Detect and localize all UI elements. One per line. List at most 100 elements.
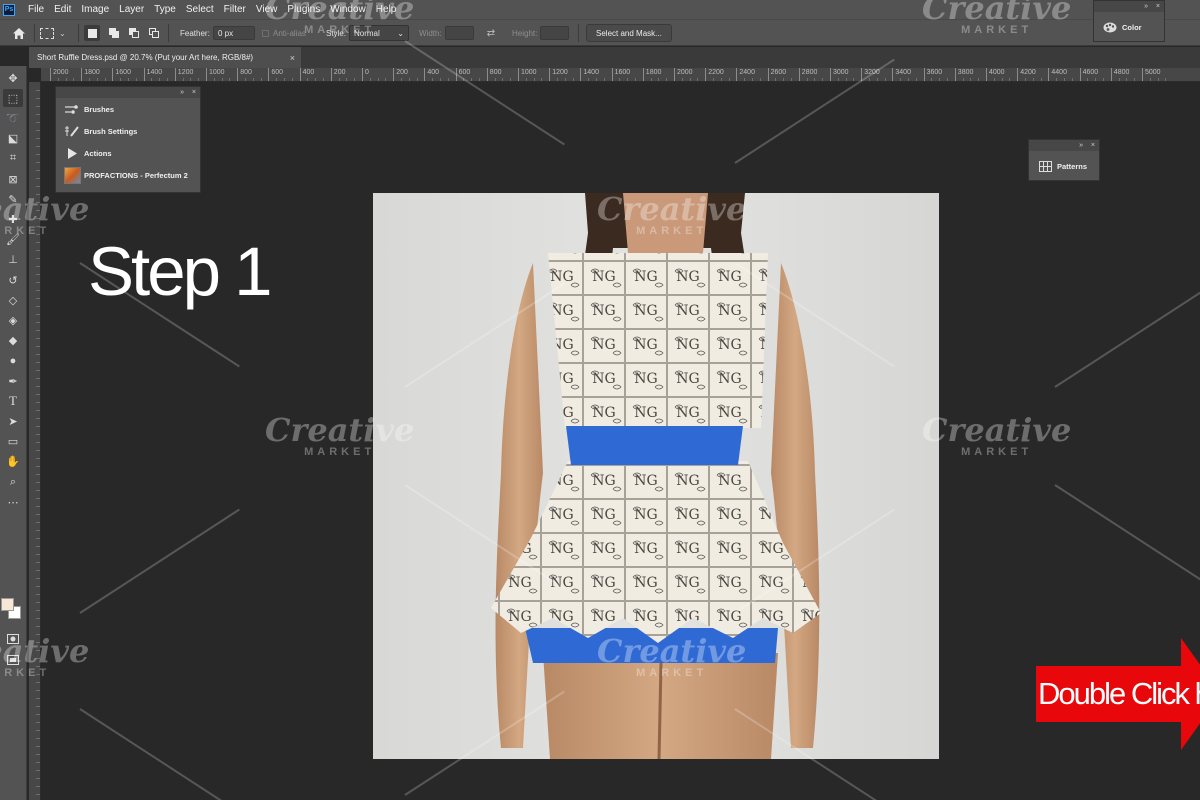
eraser-tool-icon[interactable]: ◇ [3, 291, 23, 309]
ruler-minor-tick [1157, 78, 1159, 81]
height-input[interactable] [540, 26, 569, 40]
ruler-minor-tick [1165, 78, 1167, 81]
new-selection-button[interactable] [84, 25, 100, 41]
ruler-minor-tick [260, 78, 262, 81]
ruler-minor-tick [36, 562, 40, 563]
photoshop-logo[interactable]: Ps [3, 3, 15, 16]
path-select-tool-icon[interactable]: ➤ [3, 412, 23, 430]
move-tool-icon[interactable]: ✥ [3, 69, 23, 87]
panel-brushes[interactable]: Brushes [56, 98, 200, 120]
intersect-selection-button[interactable] [146, 25, 162, 41]
ruler-minor-tick [159, 78, 161, 81]
ruler-minor-tick [36, 722, 40, 723]
ruler-minor-tick [36, 338, 40, 339]
creative-market-watermark: CreativeMARKET [922, 411, 1072, 458]
add-to-selection-button[interactable] [106, 25, 122, 41]
menu-layer[interactable]: Layer [114, 0, 149, 19]
close-icon[interactable]: × [192, 87, 196, 98]
ruler-minor-tick [291, 78, 293, 81]
panel-color-row[interactable]: Color [1094, 12, 1164, 42]
crop-tool-icon[interactable]: ⌗ [3, 150, 23, 168]
ruler-minor-tick [36, 266, 40, 267]
select-and-mask-button[interactable]: Select and Mask... [586, 24, 672, 42]
clone-stamp-tool-icon[interactable]: ⊥ [3, 251, 23, 269]
menu-type[interactable]: Type [149, 0, 181, 19]
ruler-minor-tick [533, 78, 535, 81]
ruler-minor-tick [36, 450, 40, 451]
width-input[interactable] [445, 26, 474, 40]
ruler-minor-tick [1149, 78, 1151, 81]
ruler-minor-tick [36, 418, 40, 419]
blur-tool-icon[interactable]: ◆ [3, 332, 23, 350]
ruler-minor-tick [229, 78, 231, 81]
rect-marquee-tool-icon[interactable]: ⬚ [3, 89, 23, 108]
ruler-minor-tick [36, 178, 40, 179]
menu-filter[interactable]: Filter [219, 0, 251, 19]
collapse-panels-icon[interactable]: » [180, 87, 184, 98]
swap-dimensions-icon[interactable]: ⇄ [484, 20, 498, 46]
object-select-tool-icon[interactable]: ⬕ [3, 130, 23, 148]
menu-edit[interactable]: Edit [49, 0, 76, 19]
close-icon[interactable]: × [290, 53, 295, 63]
panel-actions[interactable]: Actions [56, 142, 200, 164]
close-icon[interactable]: × [1091, 140, 1095, 151]
panel-patterns-row[interactable]: Patterns [1029, 151, 1099, 181]
mores-tool-icon[interactable]: ⋯ [3, 493, 23, 511]
ruler-minor-tick [190, 78, 192, 81]
ruler-minor-tick [572, 78, 574, 81]
ruler-minor-tick [36, 690, 40, 691]
banner-text: Double Click here [1038, 676, 1200, 711]
divider [578, 24, 579, 42]
tool-preset-picker[interactable]: ⌄ [40, 20, 74, 46]
pen-tool-icon[interactable]: ✒ [3, 372, 23, 390]
feather-input[interactable]: 0 px [213, 26, 255, 40]
ruler-minor-tick [36, 514, 40, 515]
subtract-from-selection-button[interactable] [126, 25, 142, 41]
divider [34, 24, 35, 42]
panel-profactions[interactable]: PROFACTIONS - Perfectum 2 [56, 164, 200, 186]
creative-market-watermark: CreativeMARKET [597, 632, 747, 679]
ruler-minor-tick [385, 78, 387, 81]
ruler-minor-tick [36, 106, 40, 107]
foreground-color-swatch[interactable] [1, 598, 14, 611]
paint-bucket-tool-icon[interactable]: ◈ [3, 311, 23, 329]
ruler-minor-tick [36, 706, 40, 707]
ruler-minor-tick [900, 78, 902, 81]
frame-tool-icon[interactable]: ⊠ [3, 170, 23, 188]
document-tab[interactable]: Short Ruffle Dress.psd @ 20.7% (Put your… [29, 47, 301, 68]
panel-header[interactable]: » × [1029, 140, 1099, 151]
ruler-minor-tick [36, 602, 40, 603]
home-icon[interactable] [10, 20, 28, 46]
lasso-tool-icon[interactable]: ➰ [3, 109, 23, 127]
creative-market-watermark: CreativeMARKET [0, 190, 90, 237]
hand-tool-icon[interactable]: ✋ [3, 453, 23, 471]
close-icon[interactable]: × [1156, 1, 1160, 12]
collapse-panels-icon[interactable]: » [1144, 1, 1148, 12]
intersect-selection-icon [149, 28, 159, 38]
ruler-minor-tick [635, 78, 636, 81]
ruler-minor-tick [1103, 78, 1104, 81]
ruler-minor-tick [853, 78, 855, 81]
zoom-tool-icon[interactable]: ⌕ [3, 473, 23, 491]
menu-image[interactable]: Image [76, 0, 114, 19]
ruler-minor-tick [377, 78, 379, 81]
ruler-minor-tick [502, 78, 504, 81]
rectangle-tool-icon[interactable]: ▭ [3, 433, 23, 451]
ruler-minor-tick [36, 490, 40, 491]
ruler-minor-tick [970, 78, 972, 81]
ruler-minor-tick [627, 78, 629, 81]
menu-select[interactable]: Select [181, 0, 219, 19]
watermark-line [79, 708, 240, 800]
ruler-minor-tick [36, 754, 40, 755]
dodge-tool-icon[interactable]: ● [3, 352, 23, 370]
panel-brush-settings[interactable]: Brush Settings [56, 120, 200, 142]
collapse-panels-icon[interactable]: » [1079, 140, 1083, 151]
ruler-minor-tick [1087, 78, 1089, 81]
ruler-minor-tick [36, 378, 40, 379]
panel-header[interactable]: » × [1094, 1, 1164, 12]
menu-file[interactable]: File [23, 0, 49, 19]
panel-header[interactable]: » × [56, 87, 200, 98]
history-brush-tool-icon[interactable]: ↺ [3, 271, 23, 289]
ruler-minor-tick [198, 78, 200, 81]
type-tool-icon[interactable]: T [3, 392, 23, 410]
